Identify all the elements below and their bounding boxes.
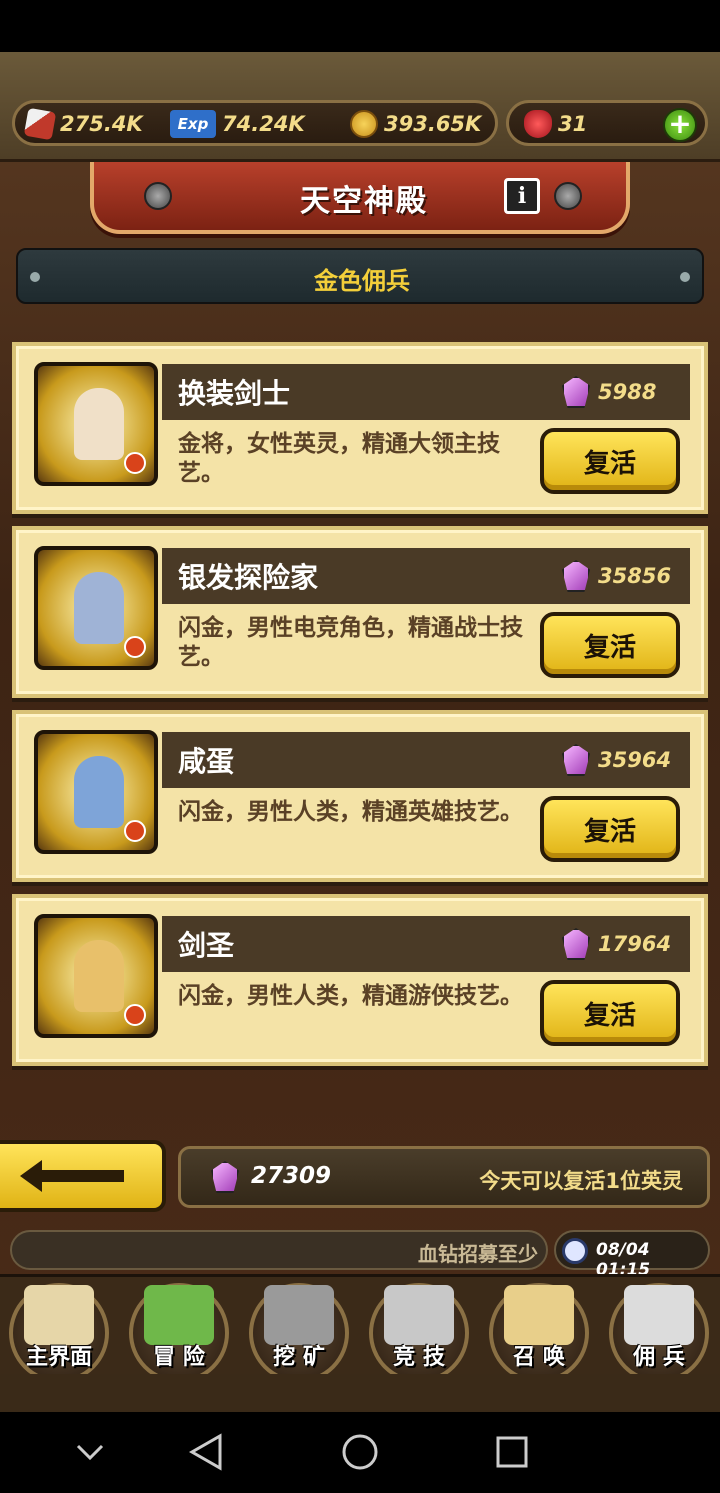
- revive-button[interactable]: 复活: [540, 612, 680, 678]
- hero-card: 咸蛋 35964 闪金，男性人类，精通英雄技艺。 复活: [12, 710, 708, 882]
- gem-icon: [211, 1161, 239, 1193]
- hero-name: 换装剑士: [178, 377, 291, 410]
- bottom-strip: [0, 1374, 720, 1412]
- balance-bar: 27309 今天可以复活1位英灵: [178, 1146, 710, 1208]
- nav-main[interactable]: 主界面: [0, 1277, 118, 1383]
- add-ruby-button[interactable]: +: [663, 108, 697, 142]
- revive-button[interactable]: 复活: [540, 428, 680, 494]
- hero-cost: 17964: [598, 932, 672, 956]
- resource-bar: 275.4K Exp 74.24K 393.65K 31 +: [0, 52, 720, 162]
- page-title: 天空神殿: [300, 184, 428, 219]
- hero-portrait[interactable]: [34, 730, 158, 854]
- hero-card: 银发探险家 35856 闪金，男性电竞角色，精通战士技艺。 复活: [12, 526, 708, 698]
- hero-description: 闪金，男性电竞角色，精通战士技艺。: [178, 615, 523, 670]
- nav-adventure[interactable]: 冒 险: [120, 1277, 238, 1383]
- hero-cost: 35856: [598, 564, 672, 588]
- arrow-left-icon: [20, 1160, 124, 1192]
- gold-value: 393.65K: [384, 112, 482, 136]
- pickaxe-icon: [264, 1285, 334, 1345]
- nav-label: 挖 矿: [273, 1345, 325, 1370]
- tent-icon: [624, 1285, 694, 1345]
- crossed-swords-icon: [384, 1285, 454, 1345]
- hero-portrait[interactable]: [34, 546, 158, 670]
- hero-figure: [74, 940, 124, 1012]
- bolt-icon: [554, 182, 582, 210]
- system-nav-icons: [76, 1433, 528, 1471]
- game-screen: 275.4K Exp 74.24K 393.65K 31 + 天空神殿 i 金色…: [0, 52, 720, 1412]
- gold-resource: 393.65K: [350, 110, 481, 138]
- back-button[interactable]: [0, 1140, 166, 1212]
- map-scroll-icon: [24, 1285, 94, 1345]
- hero-card: 换装剑士 5988 金将，女性英灵，精通大领主技艺。 复活: [12, 342, 708, 514]
- hero-description: 闪金，男性人类，精通英雄技艺。: [178, 799, 523, 825]
- system-nav-bar: [0, 1412, 720, 1493]
- scroll-icon: [504, 1285, 574, 1345]
- home-circle-icon: [342, 1434, 378, 1470]
- clock: 08/04 01:15: [554, 1230, 710, 1280]
- nav-summon[interactable]: 召 唤: [480, 1277, 598, 1383]
- coin-icon: [350, 110, 378, 138]
- hero-portrait[interactable]: [34, 914, 158, 1038]
- clock-icon: [562, 1238, 588, 1264]
- exp-resource: Exp 74.24K: [170, 110, 305, 138]
- category-title: 金色佣兵: [314, 267, 410, 295]
- announcement-ticker[interactable]: 血钻招募至少: [10, 1230, 548, 1270]
- sword-icon: [23, 107, 57, 141]
- nav-label: 主界面: [25, 1345, 92, 1370]
- hero-cost: 35964: [598, 748, 672, 772]
- hero-card: 剑圣 17964 闪金，男性人类，精通游侠技艺。 复活: [12, 894, 708, 1066]
- ticker-text: 血钻招募至少: [418, 1242, 538, 1266]
- hero-name: 剑圣: [178, 929, 235, 962]
- nav-mercenary[interactable]: 佣 兵: [600, 1277, 718, 1383]
- hero-description: 闪金，男性人类，精通游侠技艺。: [178, 983, 523, 1009]
- exp-icon: Exp: [170, 110, 216, 138]
- title-banner: 天空神殿 i: [90, 162, 630, 234]
- hero-description: 金将，女性英灵，精通大领主技艺。: [178, 431, 500, 486]
- hero-cost: 5988: [598, 380, 657, 404]
- revive-note: 今天可以复活1位英灵: [479, 1169, 683, 1193]
- hero-name: 银发探险家: [178, 561, 319, 594]
- revive-button[interactable]: 复活: [540, 980, 680, 1046]
- status-bar: [0, 0, 720, 52]
- nav-label: 召 唤: [513, 1345, 565, 1370]
- ruby-resource: 31: [524, 110, 587, 138]
- attack-value: 275.4K: [60, 112, 143, 136]
- chevron-down-icon: [76, 1444, 104, 1461]
- island-icon: [144, 1285, 214, 1345]
- class-badge-icon: [124, 636, 146, 658]
- info-button[interactable]: i: [504, 178, 540, 214]
- class-badge-icon: [124, 820, 146, 842]
- back-triangle-icon: [188, 1433, 222, 1471]
- nav-label: 竞 技: [393, 1345, 445, 1370]
- hero-figure: [74, 756, 124, 828]
- recents-square-icon: [496, 1436, 528, 1468]
- hero-portrait[interactable]: [34, 362, 158, 486]
- hero-name: 咸蛋: [178, 745, 235, 778]
- hero-figure: [74, 388, 124, 460]
- bottom-nav: 主界面 冒 险 挖 矿 竞 技 召 唤 佣 兵: [0, 1274, 720, 1383]
- attack-resource: 275.4K: [23, 107, 143, 141]
- ruby-value: 31: [558, 112, 588, 136]
- class-badge-icon: [124, 452, 146, 474]
- revive-button[interactable]: 复活: [540, 796, 680, 862]
- exp-value: 74.24K: [222, 112, 305, 136]
- nav-label: 冒 险: [153, 1345, 205, 1370]
- nav-mining[interactable]: 挖 矿: [240, 1277, 358, 1383]
- gem-balance: 27309: [251, 1163, 332, 1189]
- ruby-icon: [524, 110, 552, 138]
- dot-icon: [680, 272, 690, 282]
- nav-label: 佣 兵: [633, 1345, 685, 1370]
- nav-arena[interactable]: 竞 技: [360, 1277, 478, 1383]
- class-badge-icon: [124, 1004, 146, 1026]
- hero-figure: [74, 572, 124, 644]
- category-strip: 金色佣兵: [16, 248, 704, 304]
